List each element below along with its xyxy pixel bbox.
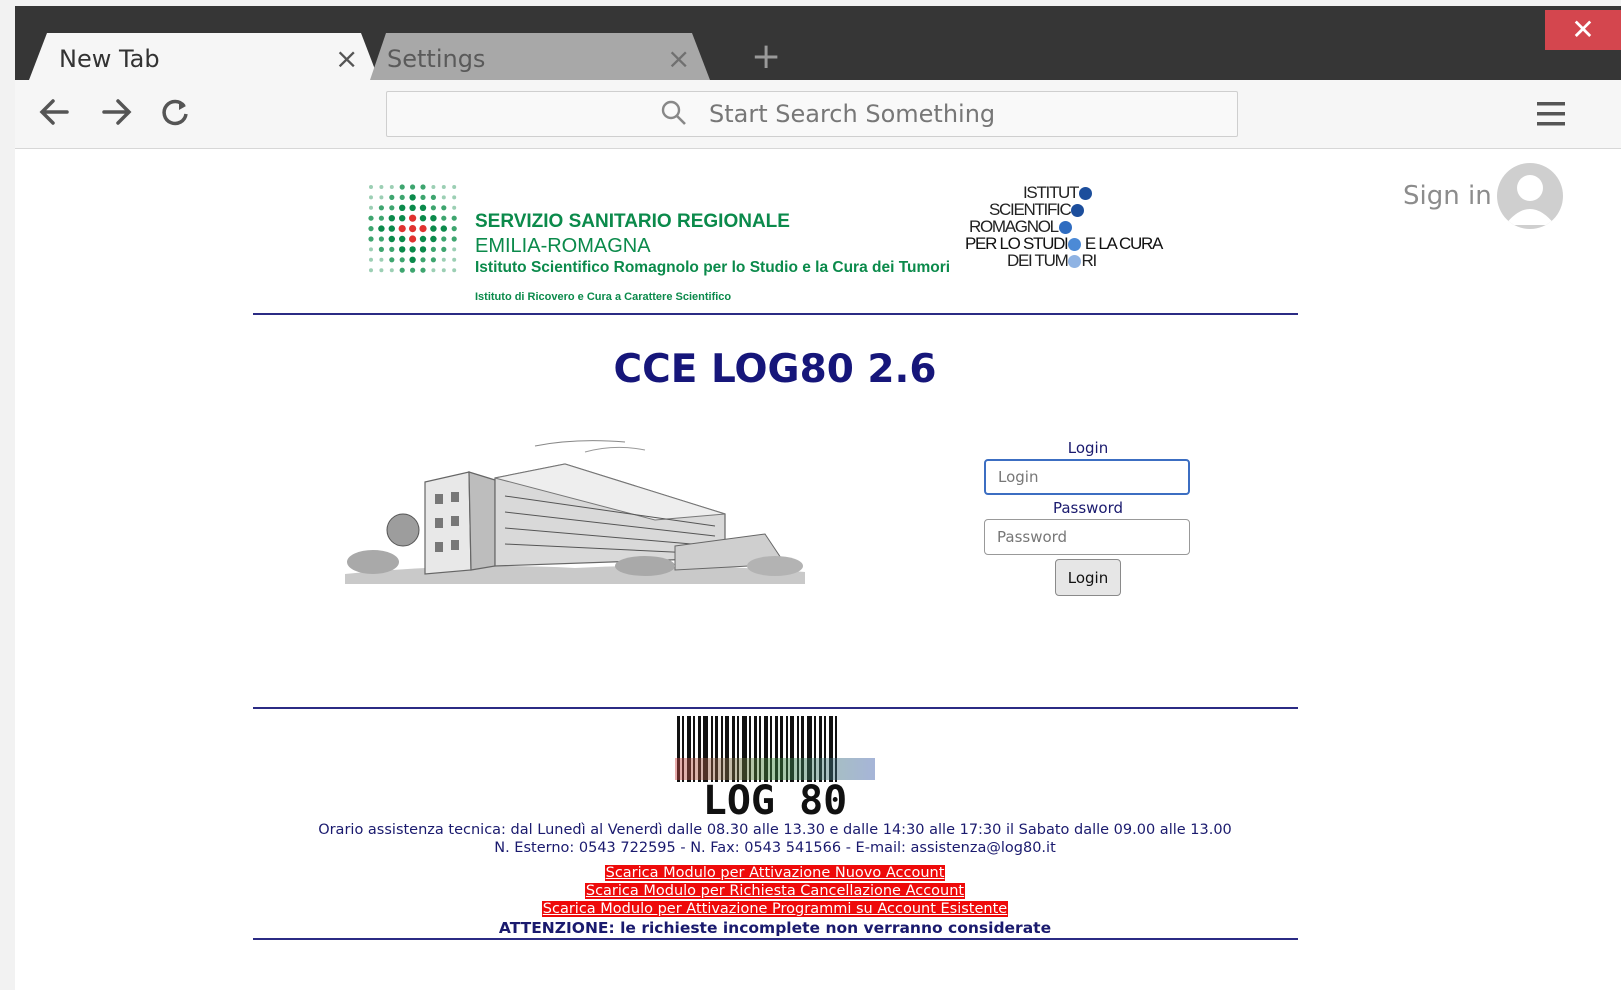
login-input[interactable] [984,459,1190,495]
ssr-region: EMILIA-ROMAGNA [475,235,651,257]
irst-logo: ISTITUT SCIENTIFIC ROMAGNOL PER LO STUDI… [965,183,1205,277]
support-contacts: N. Esterno: 0543 722595 - N. Fax: 0543 5… [494,840,1056,856]
dot-icon [1068,238,1082,252]
divider [253,313,1298,315]
ssr-institute: Istituto Scientifico Romagnolo per lo St… [475,259,951,276]
dot-icon [1058,221,1072,235]
download-new-account-link[interactable]: Scarica Modulo per Attivazione Nuovo Acc… [604,865,946,881]
logo-text: LOG 80 [703,778,848,818]
login-button[interactable]: Login [1055,559,1121,596]
divider [253,707,1298,709]
ssr-subtitle: Istituto di Ricovero e Cura a Carattere … [475,291,732,303]
avatar[interactable] [1497,163,1563,229]
omnibox[interactable] [386,91,1238,137]
tab-new-tab[interactable]: New Tab × [29,33,379,80]
browser-window: New Tab × Settings × + ✕ Start Search So… [15,6,1621,990]
building-illustration [345,440,805,584]
login-label: Login [1067,439,1109,457]
password-label: Password [1052,499,1124,517]
tab-strip: New Tab × Settings × + ✕ [15,6,1621,80]
support-hours: Orario assistenza tecnica: dal Lunedì al… [318,822,1232,838]
dot-icon [1079,187,1093,201]
sign-in-link[interactable]: Sign in [1403,181,1492,211]
ssr-logo-icon [368,184,457,273]
reload-icon[interactable] [157,94,193,130]
irst-line: DEI TUM [1007,251,1069,270]
search-icon [661,100,686,125]
forward-arrow-icon[interactable] [98,94,134,130]
close-icon[interactable]: × [335,42,358,75]
divider [253,938,1298,940]
tab-label: Settings [387,45,486,73]
page-title: CCE LOG80 2.6 [613,347,937,392]
hamburger-menu-icon[interactable] [1536,100,1566,128]
tab-label: New Tab [59,45,160,73]
download-cancel-account-link[interactable]: Scarica Modulo per Richiesta Cancellazio… [584,883,966,899]
warning-text: ATTENZIONE: le richieste incomplete non … [498,919,1052,937]
download-programs-activation-link[interactable]: Scarica Modulo per Attivazione Programmi… [541,901,1009,917]
irst-line: RI [1081,251,1097,270]
dot-icon [1068,255,1082,269]
search-input[interactable] [707,98,1211,130]
close-icon[interactable]: × [667,42,690,75]
browser-toolbar [15,80,1621,149]
login-form: Login Password Login [984,439,1192,596]
dot-icon [1071,204,1085,218]
page-viewport: Sign in SERVIZIO SANITARIO REGIONALE EMI… [15,149,1621,990]
user-avatar-icon [1505,175,1555,225]
tab-settings[interactable]: Settings × [370,33,710,80]
log80-logo-icon: LOG 80 [675,716,875,818]
password-input[interactable] [984,519,1190,555]
plus-icon[interactable]: + [751,36,781,77]
back-arrow-icon[interactable] [37,94,73,130]
window-close-button[interactable]: ✕ [1545,10,1621,50]
ssr-title: SERVIZIO SANITARIO REGIONALE [475,211,790,232]
